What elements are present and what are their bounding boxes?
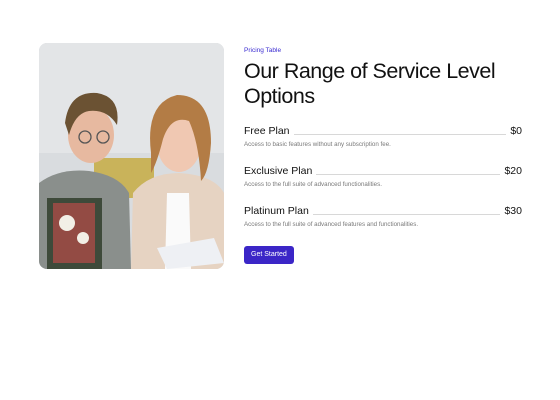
plan-free: Free Plan $0 Access to basic features wi… [244,123,522,149]
dotted-divider [312,214,501,215]
plan-row: Platinum Plan $30 [244,203,522,217]
plan-name: Free Plan [244,125,290,137]
plan-row: Exclusive Plan $20 [244,163,522,177]
plan-price: $20 [504,165,522,177]
pricing-section: Pricing Table Our Range of Service Level… [244,46,522,264]
section-eyebrow: Pricing Table [244,47,282,54]
plan-name: Platinum Plan [244,205,309,217]
plan-price: $0 [510,125,522,137]
hero-photo [39,43,224,269]
plan-platinum: Platinum Plan $30 Access to the full sui… [244,203,522,229]
dotted-divider [293,134,507,135]
get-started-button[interactable]: Get Started [244,246,294,264]
plan-row: Free Plan $0 [244,123,522,137]
plan-exclusive: Exclusive Plan $20 Access to the full su… [244,163,522,189]
plan-description: Access to the full suite of advanced fea… [244,221,419,228]
plan-name: Exclusive Plan [244,165,313,177]
two-people-reading-illustration [39,43,224,269]
page-title: Our Range of Service Level Options [244,59,496,108]
plan-price: $30 [504,205,522,217]
plan-description: Access to basic features without any sub… [244,141,391,148]
dotted-divider [316,174,501,175]
plan-description: Access to the full suite of advanced fun… [244,181,382,188]
